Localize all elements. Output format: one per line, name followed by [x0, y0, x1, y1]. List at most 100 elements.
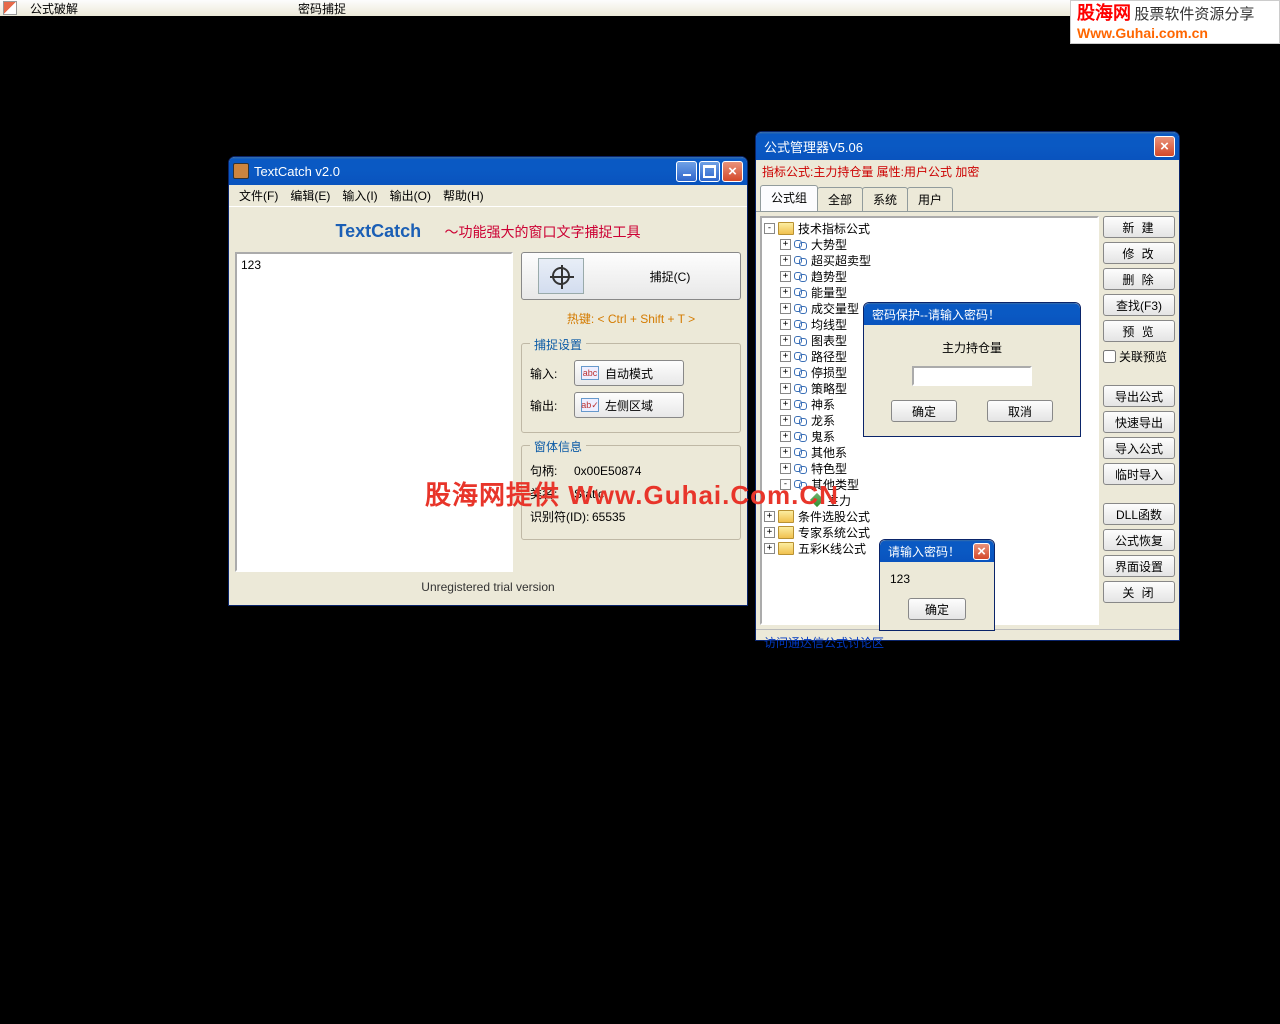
btn-preview[interactable]: 预 览	[1103, 320, 1175, 342]
input-mode-button[interactable]: abc 自动模式	[574, 360, 684, 386]
tree-node[interactable]: + 趋势型	[764, 268, 1095, 284]
btn-temp-import[interactable]: 临时导入	[1103, 463, 1175, 485]
expand-icon[interactable]: +	[780, 335, 791, 346]
textcatch-titlebar[interactable]: TextCatch v2.0	[229, 157, 747, 185]
close-button[interactable]	[722, 161, 743, 182]
menu-help[interactable]: 帮助(H)	[437, 185, 490, 206]
chain-icon	[794, 430, 808, 442]
chain-icon	[794, 398, 808, 410]
folder-icon	[778, 542, 794, 555]
expand-icon[interactable]: +	[764, 543, 775, 554]
brand-name: 股海网	[1077, 3, 1131, 23]
textcatch-footer: Unregistered trial version	[235, 572, 741, 594]
minimize-button[interactable]	[676, 161, 697, 182]
tree-label: 均线型	[811, 316, 847, 333]
chain-icon	[794, 270, 808, 282]
expand-icon[interactable]: +	[780, 319, 791, 330]
btn-close[interactable]: 关 闭	[1103, 581, 1175, 603]
chk-link-preview[interactable]: 关联预览	[1103, 346, 1175, 367]
abc-icon: abc	[581, 366, 599, 380]
expand-icon[interactable]: +	[780, 351, 791, 362]
btn-fast-export[interactable]: 快速导出	[1103, 411, 1175, 433]
pwd-ok-button[interactable]: 确定	[891, 400, 957, 422]
tree-node[interactable]: +特色型	[764, 460, 1095, 476]
btn-find[interactable]: 查找(F3)	[1103, 294, 1175, 316]
top-menu-1[interactable]: 公式破解	[20, 0, 88, 17]
btn-new[interactable]: 新 建	[1103, 216, 1175, 238]
expand-icon[interactable]: +	[780, 287, 791, 298]
expand-icon[interactable]: +	[780, 415, 791, 426]
textcatch-app-icon	[233, 163, 249, 179]
expand-icon[interactable]: +	[780, 239, 791, 250]
tab-user[interactable]: 用户	[907, 187, 953, 211]
btn-ui[interactable]: 界面设置	[1103, 555, 1175, 577]
tree-node[interactable]: +超买超卖型	[764, 252, 1095, 268]
expand-icon[interactable]: +	[780, 383, 791, 394]
pwd2-ok-button[interactable]: 确定	[908, 598, 966, 620]
expand-icon[interactable]: +	[780, 463, 791, 474]
chain-icon	[794, 254, 808, 266]
tree-node[interactable]: +其他系	[764, 444, 1095, 460]
expand-icon[interactable]: +	[780, 271, 791, 282]
tree-node[interactable]: +专家系统公式	[764, 524, 1095, 540]
chain-icon	[794, 286, 808, 298]
expand-icon[interactable]: +	[780, 399, 791, 410]
output-label: 输出:	[530, 397, 574, 414]
tree-label: 图表型	[811, 332, 847, 349]
expand-icon[interactable]: +	[764, 511, 775, 522]
input-mode-label: 自动模式	[605, 365, 653, 382]
brand-slogan: 股票软件资源分享	[1134, 6, 1254, 23]
chain-icon	[794, 350, 808, 362]
btn-delete[interactable]: 删 除	[1103, 268, 1175, 290]
capture-button[interactable]: 捕捉(C)	[521, 252, 741, 300]
capture-textarea[interactable]: 123	[235, 252, 513, 572]
tab-group[interactable]: 公式组	[760, 185, 818, 211]
tree-label: 神系	[811, 396, 835, 413]
expand-icon[interactable]: +	[780, 255, 791, 266]
brand-url: Www.Guhai.com.cn	[1077, 25, 1273, 42]
btn-export[interactable]: 导出公式	[1103, 385, 1175, 407]
hotkey-hint: 热键: < Ctrl + Shift + T >	[521, 306, 741, 331]
tree-node[interactable]: +大势型	[764, 236, 1095, 252]
fm-button-panel: 新 建 修 改 删 除 查找(F3) 预 览 关联预览 导出公式 快速导出 导入…	[1103, 216, 1175, 625]
btn-dll[interactable]: DLL函数	[1103, 503, 1175, 525]
tree-node[interactable]: +能量型	[764, 284, 1095, 300]
pwd2-titlebar[interactable]: 请输入密码！	[880, 540, 994, 562]
tree-label: 趋势型	[811, 268, 847, 285]
btn-edit[interactable]: 修 改	[1103, 242, 1175, 264]
maximize-button[interactable]	[699, 161, 720, 182]
app-icon	[3, 1, 17, 15]
expand-icon[interactable]: +	[780, 431, 791, 442]
output-mode-button[interactable]: ab✓左侧区域	[574, 392, 684, 418]
fm-info-bar: 指标公式:主力持仓量 属性:用户公式 加密	[756, 160, 1179, 183]
pwd-label: 主力持仓量	[942, 339, 1002, 356]
menu-input[interactable]: 输入(I)	[336, 185, 383, 206]
expand-icon[interactable]: +	[780, 303, 791, 314]
pwd-input[interactable]	[912, 366, 1032, 386]
fm-close-button[interactable]	[1154, 136, 1175, 157]
menu-file[interactable]: 文件(F)	[233, 185, 284, 206]
expand-icon[interactable]: +	[764, 527, 775, 538]
chain-icon	[794, 318, 808, 330]
pwd-cancel-button[interactable]: 取消	[987, 400, 1053, 422]
tab-system[interactable]: 系统	[862, 187, 908, 211]
btn-restore[interactable]: 公式恢复	[1103, 529, 1175, 551]
tab-all[interactable]: 全部	[817, 187, 863, 211]
pwd-titlebar[interactable]: 密码保护--请输入密码！	[864, 303, 1080, 325]
chk-label: 关联预览	[1119, 348, 1167, 365]
collapse-icon[interactable]: -	[764, 223, 775, 234]
abc-check-icon: ab✓	[581, 398, 599, 412]
expand-icon[interactable]: +	[780, 447, 791, 458]
btn-import[interactable]: 导入公式	[1103, 437, 1175, 459]
top-menu-2[interactable]: 密码捕捉	[288, 0, 356, 17]
expand-icon[interactable]: +	[780, 367, 791, 378]
textcatch-menubar: 文件(F) 编辑(E) 输入(I) 输出(O) 帮助(H)	[229, 185, 747, 207]
menu-edit[interactable]: 编辑(E)	[284, 185, 336, 206]
pwd2-close-button[interactable]	[973, 543, 990, 560]
fm-footer-link[interactable]: 访问通达信公式讨论区	[756, 629, 1179, 655]
fm-titlebar[interactable]: 公式管理器V5.06	[756, 132, 1179, 160]
tree-label: 鬼系	[811, 428, 835, 445]
capture-settings-title: 捕捉设置	[530, 336, 586, 353]
tree-node[interactable]: -技术指标公式	[764, 220, 1095, 236]
menu-output[interactable]: 输出(O)	[384, 185, 437, 206]
